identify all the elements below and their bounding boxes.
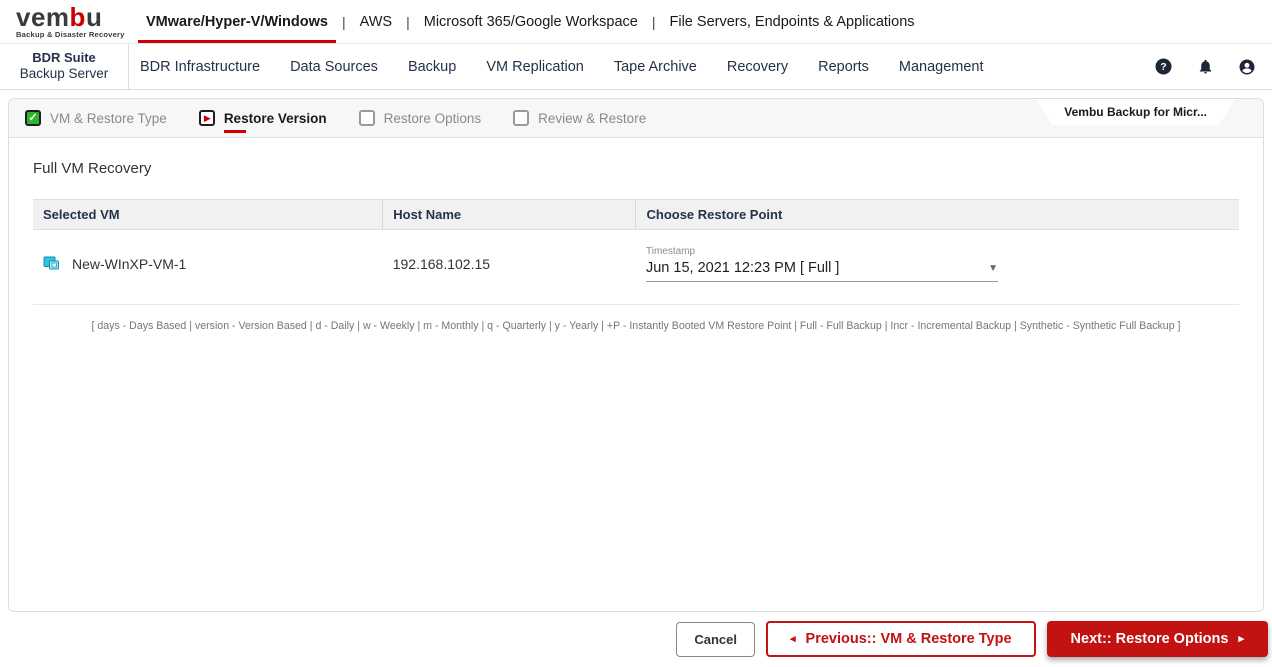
selected-vm-table: Selected VM Host Name Choose Restore Poi… bbox=[33, 199, 1239, 305]
next-button[interactable]: Next:: Restore Options ▸ bbox=[1047, 621, 1268, 657]
menu-tape-archive[interactable]: Tape Archive bbox=[614, 59, 697, 75]
main-menu: BDR Infrastructure Data Sources Backup V… bbox=[140, 59, 984, 75]
recovery-wizard-panel: ✓ VM & Restore Type ▶ Restore Version Re… bbox=[8, 98, 1264, 612]
wizard-content: Full VM Recovery Selected VM Host Name C… bbox=[9, 138, 1263, 332]
wizard-steps-bar: ✓ VM & Restore Type ▶ Restore Version Re… bbox=[9, 99, 1263, 138]
step-label: VM & Restore Type bbox=[50, 111, 167, 126]
account-icon[interactable] bbox=[1238, 58, 1256, 76]
menu-recovery[interactable]: Recovery bbox=[727, 59, 788, 75]
wizard-footer: Cancel ◂ Previous:: VM & Restore Type Ne… bbox=[676, 621, 1268, 657]
menu-data-sources[interactable]: Data Sources bbox=[290, 59, 378, 75]
timestamp-dropdown[interactable]: Timestamp Jun 15, 2021 12:23 PM [ Full ]… bbox=[646, 246, 998, 282]
vm-name: New-WInXP-VM-1 bbox=[72, 256, 186, 272]
edition-tab-aws[interactable]: AWS bbox=[360, 0, 393, 43]
help-icon[interactable]: ? bbox=[1154, 58, 1172, 76]
step-label: Restore Version bbox=[224, 111, 327, 126]
step-label: Review & Restore bbox=[538, 111, 646, 126]
vembu-logo-text: vembu bbox=[16, 4, 130, 30]
header-icons: ? bbox=[1154, 58, 1272, 76]
column-host-name: Host Name bbox=[383, 200, 636, 230]
timestamp-dropdown-label: Timestamp bbox=[646, 246, 998, 257]
step-completed-checkbox-icon: ✓ bbox=[25, 110, 41, 126]
instance-tab[interactable]: Vembu Backup for Micr... bbox=[1036, 99, 1235, 125]
notifications-icon[interactable] bbox=[1196, 58, 1214, 76]
vembu-logo-tagline: Backup & Disaster Recovery bbox=[16, 31, 130, 39]
timestamp-dropdown-value: Jun 15, 2021 12:23 PM [ Full ] bbox=[646, 260, 839, 276]
previous-button-label: Previous:: VM & Restore Type bbox=[806, 631, 1012, 647]
menu-reports[interactable]: Reports bbox=[818, 59, 869, 75]
table-header-row: Selected VM Host Name Choose Restore Poi… bbox=[33, 200, 1239, 230]
host-name: 192.168.102.15 bbox=[383, 230, 636, 305]
vm-name-cell: New-WInXP-VM-1 bbox=[43, 256, 373, 273]
step-vm-restore-type[interactable]: ✓ VM & Restore Type bbox=[25, 110, 167, 126]
product-line2: Backup Server bbox=[20, 66, 109, 83]
edition-nav: VMware/Hyper-V/Windows | AWS | Microsoft… bbox=[146, 0, 915, 43]
table-row: New-WInXP-VM-1 192.168.102.15 Timestamp … bbox=[33, 230, 1239, 305]
product-badge: BDR Suite Backup Server bbox=[0, 44, 129, 89]
step-restore-version[interactable]: ▶ Restore Version bbox=[199, 110, 327, 126]
menu-backup[interactable]: Backup bbox=[408, 59, 456, 75]
step-pending-checkbox-icon bbox=[359, 110, 375, 126]
top-header: vembu Backup & Disaster Recovery VMware/… bbox=[0, 0, 1272, 44]
cancel-button[interactable]: Cancel bbox=[676, 622, 755, 657]
edition-tab-fileservers[interactable]: File Servers, Endpoints & Applications bbox=[670, 0, 915, 43]
column-selected-vm: Selected VM bbox=[33, 200, 383, 230]
step-label: Restore Options bbox=[384, 111, 482, 126]
svg-text:?: ? bbox=[1160, 61, 1166, 73]
step-review-restore[interactable]: Review & Restore bbox=[513, 110, 646, 126]
menu-management[interactable]: Management bbox=[899, 59, 984, 75]
step-pending-checkbox-icon bbox=[513, 110, 529, 126]
nav-separator: | bbox=[652, 14, 656, 30]
restore-point-legend: [ days - Days Based | version - Version … bbox=[33, 320, 1239, 332]
step-restore-options[interactable]: Restore Options bbox=[359, 110, 482, 126]
menu-vm-replication[interactable]: VM Replication bbox=[486, 59, 584, 75]
next-button-label: Next:: Restore Options bbox=[1071, 631, 1229, 647]
step-current-play-icon: ▶ bbox=[199, 110, 215, 126]
vm-icon bbox=[43, 256, 63, 273]
previous-button[interactable]: ◂ Previous:: VM & Restore Type bbox=[766, 621, 1036, 657]
main-menu-bar: BDR Suite Backup Server BDR Infrastructu… bbox=[0, 44, 1272, 90]
edition-tab-vmware[interactable]: VMware/Hyper-V/Windows bbox=[146, 0, 328, 43]
column-choose-restore-point: Choose Restore Point bbox=[636, 200, 1239, 230]
menu-bdr-infrastructure[interactable]: BDR Infrastructure bbox=[140, 59, 260, 75]
arrow-left-icon: ◂ bbox=[790, 634, 796, 645]
page-title: Full VM Recovery bbox=[33, 160, 1239, 177]
arrow-right-icon: ▸ bbox=[1238, 634, 1244, 645]
nav-separator: | bbox=[406, 14, 410, 30]
nav-separator: | bbox=[342, 14, 346, 30]
chevron-down-icon: ▼ bbox=[988, 263, 998, 274]
edition-tab-m365[interactable]: Microsoft 365/Google Workspace bbox=[424, 0, 638, 43]
vembu-logo[interactable]: vembu Backup & Disaster Recovery bbox=[0, 4, 130, 39]
product-line1: BDR Suite bbox=[32, 50, 96, 66]
